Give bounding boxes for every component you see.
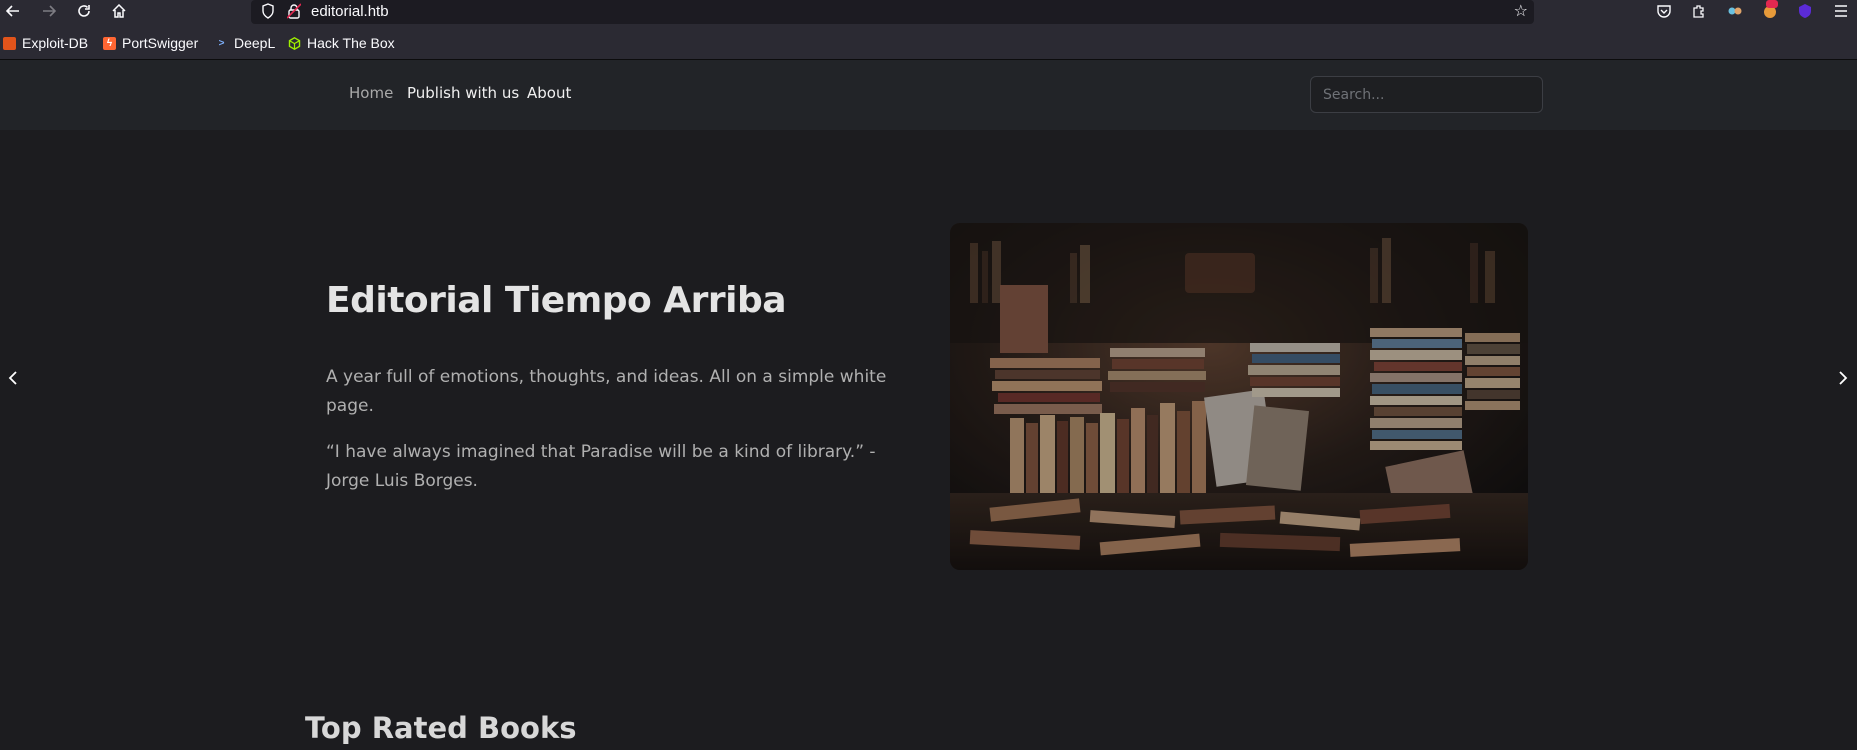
- bookmark-label: DeepL: [234, 35, 276, 51]
- url-bar[interactable]: editorial.htb ☆: [251, 0, 1534, 24]
- deepl-icon: >: [218, 37, 225, 49]
- forward-arrow-icon[interactable]: [36, 0, 62, 22]
- hero-title: Editorial Tiempo Arriba: [326, 280, 787, 321]
- hero-image-books: [950, 223, 1528, 570]
- bookmark-label: Hack The Box: [307, 35, 395, 51]
- shield-extension-icon[interactable]: [1793, 0, 1817, 22]
- hackthebox-icon: [288, 36, 301, 50]
- carousel-prev-icon[interactable]: [3, 363, 23, 393]
- home-icon[interactable]: [106, 0, 132, 22]
- page-content: Home Publish with us About Editorial Tie…: [0, 60, 1857, 750]
- carousel-next-icon[interactable]: [1833, 363, 1853, 393]
- back-arrow-icon[interactable]: [0, 0, 26, 22]
- exploit-db-icon: [3, 36, 16, 50]
- shield-icon[interactable]: [261, 3, 275, 23]
- extensions-icon[interactable]: [1687, 0, 1711, 22]
- hero-description: A year full of emotions, thoughts, and i…: [326, 367, 887, 416]
- nav-link-publish[interactable]: Publish with us: [407, 84, 519, 102]
- bookmark-star-icon[interactable]: ☆: [1514, 1, 1528, 20]
- pocket-icon[interactable]: [1652, 0, 1676, 22]
- browser-toolbar: editorial.htb ☆: [0, 0, 1857, 24]
- bookmark-deepl[interactable]: > DeepL: [215, 34, 276, 52]
- bookmark-exploit-db[interactable]: Exploit-DB: [3, 34, 88, 52]
- reload-icon[interactable]: [71, 0, 97, 22]
- nav-link-home[interactable]: Home: [349, 84, 393, 102]
- menu-icon[interactable]: [1829, 0, 1853, 22]
- bookmark-label: PortSwigger: [122, 35, 199, 51]
- search-input[interactable]: [1310, 76, 1543, 113]
- nav-link-about[interactable]: About: [527, 84, 571, 102]
- bookmark-label: Exploit-DB: [22, 35, 89, 51]
- url-text[interactable]: editorial.htb: [311, 3, 389, 20]
- bookmark-hackthebox[interactable]: Hack The Box: [288, 34, 395, 52]
- site-navbar: Home Publish with us About: [0, 60, 1857, 130]
- bookmarks-toolbar: Exploit-DB ϟ PortSwigger > DeepL Hack Th…: [0, 24, 1857, 60]
- notification-badge: [1766, 0, 1778, 8]
- bookmark-portswigger[interactable]: ϟ PortSwigger: [103, 34, 198, 52]
- portswigger-icon: ϟ: [103, 36, 116, 50]
- foxyproxy-icon[interactable]: [1723, 0, 1747, 22]
- hero-quote: “I have always imagined that Paradise wi…: [326, 442, 876, 491]
- insecure-lock-icon[interactable]: [286, 3, 302, 23]
- top-rated-books-title: Top Rated Books: [305, 711, 577, 745]
